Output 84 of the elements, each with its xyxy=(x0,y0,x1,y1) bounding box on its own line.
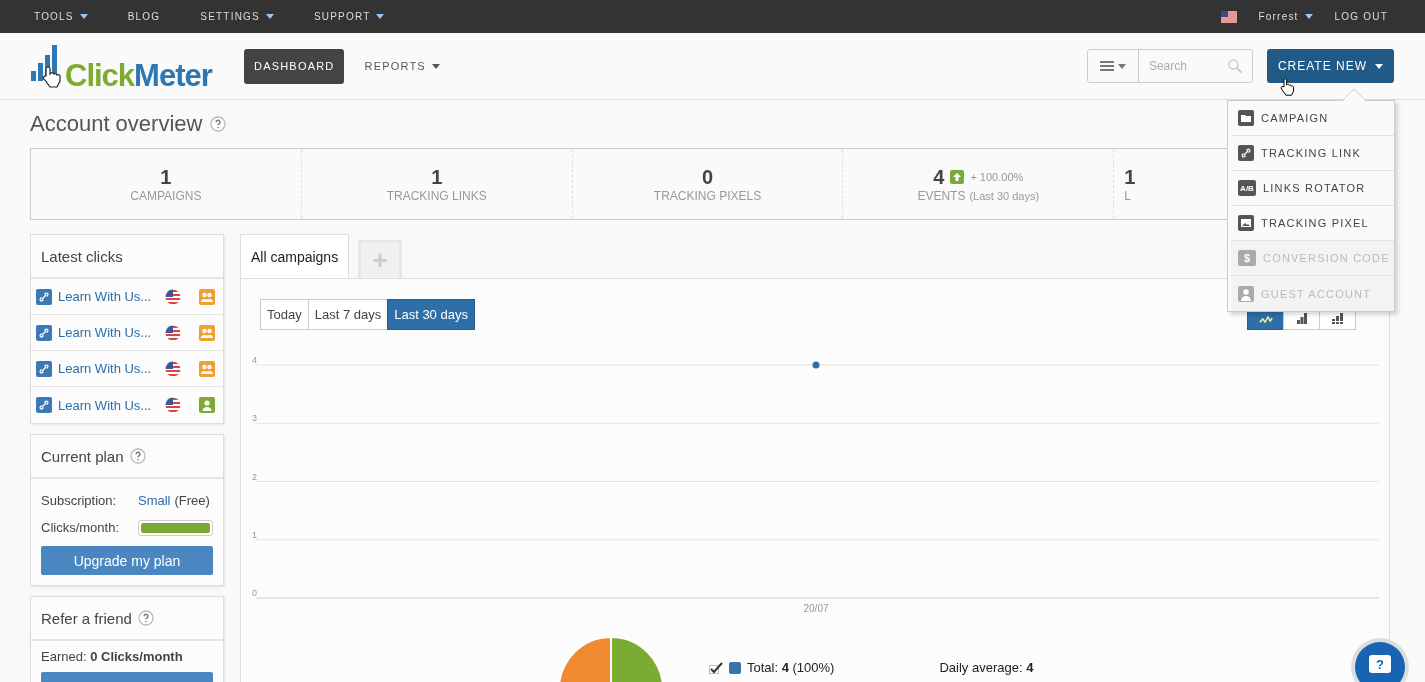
stat-label: TRACKING LINKS xyxy=(386,188,487,203)
nav-menu-item[interactable]: SUPPORT xyxy=(313,11,385,22)
search-icon xyxy=(1226,58,1243,74)
help-icon xyxy=(210,116,227,132)
range-button[interactable]: Last 30 days xyxy=(387,299,475,330)
range-button[interactable]: Today xyxy=(260,299,309,330)
user-icon xyxy=(199,397,215,413)
link-icon xyxy=(36,288,52,305)
plan-link[interactable]: Small xyxy=(138,493,171,508)
nav-menu-item[interactable]: SETTINGS xyxy=(200,11,274,22)
users-icon xyxy=(199,288,215,305)
range-button[interactable]: Last 7 days xyxy=(307,299,389,330)
axis-tick-label: 1 xyxy=(252,529,257,540)
link-icon xyxy=(36,360,52,377)
bar-chart-icon xyxy=(1296,313,1307,324)
axis-tick-label: 20/07 xyxy=(803,603,829,614)
create-new-button[interactable]: CREATE NEW xyxy=(1266,49,1394,83)
user-menu[interactable]: Forrest xyxy=(1258,11,1313,22)
nav-tab[interactable]: DASHBOARD xyxy=(244,48,345,84)
page-title: Account overview xyxy=(30,111,203,137)
stat-label: CAMPAIGNS xyxy=(130,188,202,203)
link-icon xyxy=(36,324,52,341)
hand-cursor-icon xyxy=(1280,78,1294,96)
nav-tab[interactable]: REPORTS xyxy=(354,48,450,84)
folder-icon xyxy=(1238,110,1254,126)
link-icon xyxy=(36,397,52,413)
axis-tick-label: 4 xyxy=(252,355,257,365)
plan-note: (Free) xyxy=(174,493,210,508)
stat-value: 4 xyxy=(933,165,945,189)
panel-title: Latest clicks xyxy=(31,235,223,279)
axis-tick-label: 3 xyxy=(252,413,257,424)
flag-icon xyxy=(1220,10,1237,23)
caret-icon xyxy=(1304,14,1313,19)
axis-tick-label: 2 xyxy=(252,471,257,482)
image-icon xyxy=(1238,215,1254,231)
nav-menu-item[interactable]: TOOLS xyxy=(34,11,88,22)
flag-icon xyxy=(165,397,181,413)
tab[interactable]: All campaigns xyxy=(240,234,350,278)
caret-icon xyxy=(1118,63,1127,69)
upgrade-button[interactable]: Upgrade my plan xyxy=(41,546,213,575)
axis-tick-label: 0 xyxy=(252,588,257,598)
stat-label: TRACKING PIXELS xyxy=(653,188,762,203)
field-label: Clicks/month: xyxy=(41,520,121,535)
help-icon xyxy=(129,448,146,464)
help-chat-button[interactable]: ? xyxy=(1355,642,1405,682)
stat-note: (Last 30 days) xyxy=(969,189,1040,202)
person-icon xyxy=(1238,285,1254,302)
click-link[interactable]: Learn With Us... xyxy=(58,361,159,376)
stat-value: 1 xyxy=(431,165,443,189)
nav-menu-item[interactable]: BLOG xyxy=(127,11,161,22)
caret-icon xyxy=(1375,63,1383,69)
panel-title: Refer a friend xyxy=(41,609,132,627)
menu-item[interactable]: CAMPAIGN xyxy=(1231,101,1394,136)
panel-title: Current plan xyxy=(41,447,124,465)
badge-icon: A/B xyxy=(1238,180,1256,196)
flag-icon xyxy=(165,324,181,341)
click-link[interactable]: Learn With Us... xyxy=(58,397,159,413)
stat-label: L xyxy=(1124,188,1131,203)
badge-icon: $ xyxy=(1238,250,1256,266)
stat-change: + 100.00% xyxy=(970,171,1024,183)
help-icon xyxy=(137,610,154,626)
earned-text: Earned: 0 Clicks/month xyxy=(41,649,184,664)
data-point xyxy=(812,361,820,369)
legend-label: Total: 4 (100%) xyxy=(747,660,835,675)
line-chart-icon xyxy=(1258,314,1273,323)
menu-item[interactable]: TRACKING LINK xyxy=(1231,136,1394,171)
link-icon xyxy=(1238,145,1254,161)
click-link[interactable]: Learn With Us... xyxy=(58,289,159,304)
menu-icon xyxy=(1099,58,1116,74)
stat-value: 0 xyxy=(701,165,714,189)
click-link[interactable]: Learn With Us... xyxy=(58,325,159,340)
stat-label: EVENTS xyxy=(917,188,966,203)
flag-icon xyxy=(165,288,181,305)
checkbox[interactable] xyxy=(709,661,723,674)
users-icon xyxy=(199,324,215,341)
menu-item[interactable]: A/B LINKS ROTATOR xyxy=(1231,171,1394,206)
logout-link[interactable]: LOG OUT xyxy=(1334,11,1388,22)
stat-value: 1 xyxy=(1124,165,1136,189)
daily-average: Daily average: 4 xyxy=(939,660,1034,675)
users-icon xyxy=(199,360,215,377)
field-label: Subscription: xyxy=(41,493,118,508)
stat-value: 1 xyxy=(160,165,172,189)
logo-text: ClickMeter xyxy=(65,60,212,91)
flag-icon xyxy=(165,360,181,377)
